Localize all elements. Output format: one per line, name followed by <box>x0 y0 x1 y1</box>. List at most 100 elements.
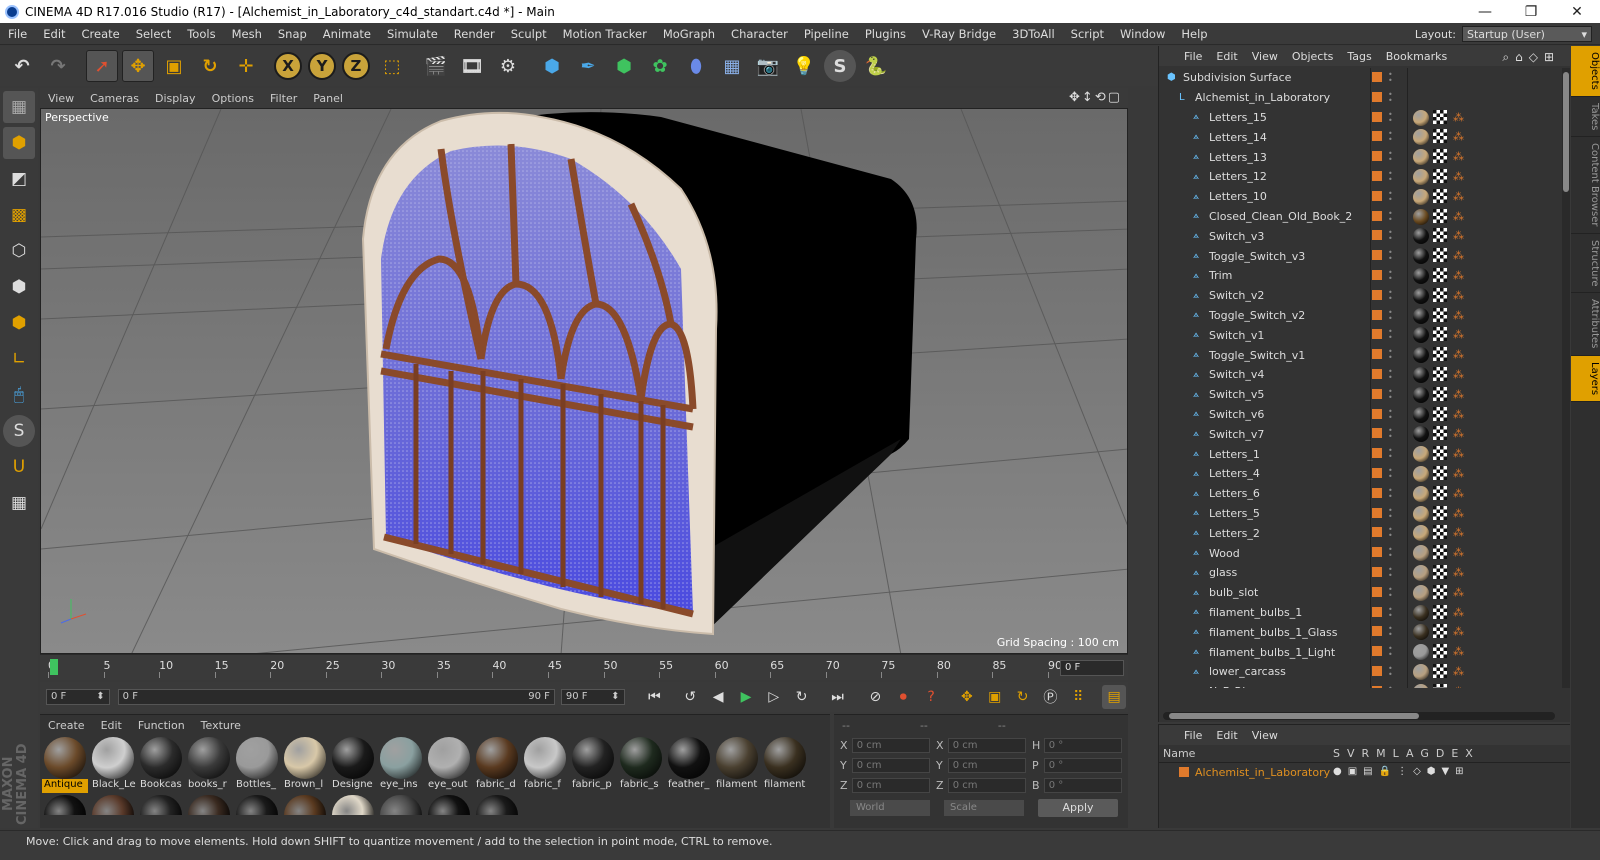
visibility-icon[interactable] <box>1372 210 1382 221</box>
workplane-rotate-icon[interactable]: ▦ <box>3 487 35 519</box>
object-manager-nav-icons[interactable]: ⌕⌂◇⊞ <box>1502 50 1560 65</box>
material-tag-icon[interactable] <box>1413 545 1429 562</box>
visibility-icon[interactable] <box>1372 685 1382 688</box>
menu-create[interactable]: Create <box>74 27 128 41</box>
menu-edit[interactable]: Edit <box>35 27 73 41</box>
tab-attributes[interactable]: Attributes <box>1571 293 1600 356</box>
point-level-key-icon[interactable]: ⠿ <box>1066 685 1090 709</box>
timeline-icon[interactable]: ▤ <box>1102 685 1127 709</box>
material-swatch[interactable] <box>234 793 280 815</box>
object-row[interactable]: ⟑ Letters_12 • • ⁂ <box>1159 167 1559 187</box>
visibility-icon[interactable] <box>1372 72 1382 82</box>
cube-icon[interactable]: ⬢ <box>536 50 568 82</box>
material-tag-icon[interactable] <box>1413 366 1429 383</box>
material-swatch[interactable]: Bottles_ <box>234 735 280 793</box>
timeline[interactable]: 051015202530354045505560657075808590 0 F <box>40 654 1128 680</box>
x-axis-icon[interactable]: X <box>274 52 302 80</box>
subdivision-icon[interactable]: ⬢ <box>608 50 640 82</box>
render-visibility-icon[interactable]: • • <box>1388 585 1393 599</box>
uvw-tag-icon[interactable] <box>1433 545 1447 560</box>
visibility-icon[interactable] <box>1372 349 1382 360</box>
render-visibility-icon[interactable]: • • <box>1388 447 1393 461</box>
object-row[interactable]: ⟑ Letters_4 • • ⁂ <box>1159 464 1559 484</box>
menu-sculpt[interactable]: Sculpt <box>503 27 555 41</box>
visibility-icon[interactable] <box>1372 507 1382 518</box>
uvw-tag-icon[interactable] <box>1433 683 1447 688</box>
tab-structure[interactable]: Structure <box>1571 234 1600 294</box>
material-tag-icon[interactable] <box>1413 307 1429 324</box>
visibility-icon[interactable] <box>1372 289 1382 300</box>
selection-tag-icon[interactable]: ⁂ <box>1453 368 1465 381</box>
z-axis-icon[interactable]: Z <box>342 52 370 80</box>
object-row-group[interactable]: L Alchemist_in_Laboratory • • <box>1159 88 1559 108</box>
render-visibility-icon[interactable]: • • <box>1388 407 1393 421</box>
uvw-tag-icon[interactable] <box>1433 584 1447 599</box>
object-row[interactable]: ⟑ filament_bulbs_1 • • ⁂ <box>1159 603 1559 623</box>
render-visibility-icon[interactable]: • • <box>1388 486 1393 500</box>
object-list[interactable]: ⬢ Subdivision Surface • • L Alchemist_in_Lab… <box>1159 68 1559 688</box>
visibility-icon[interactable] <box>1372 131 1382 142</box>
material-swatch[interactable] <box>90 793 136 815</box>
selection-tag-icon[interactable]: ⁂ <box>1453 210 1465 223</box>
material-swatch[interactable]: fabric_f <box>522 735 568 793</box>
layer-menu-view[interactable]: View <box>1245 729 1285 742</box>
menu-v-ray-bridge[interactable]: V-Ray Bridge <box>914 27 1004 41</box>
menu-tools[interactable]: Tools <box>179 27 223 41</box>
selection-tag-icon[interactable]: ⁂ <box>1453 230 1465 242</box>
material-swatch[interactable]: Brown_l <box>282 735 328 793</box>
render-visibility-icon[interactable]: • • <box>1388 427 1393 441</box>
render-visibility-icon[interactable]: • • <box>1388 288 1393 302</box>
python-icon[interactable]: 🐍 <box>860 50 892 82</box>
render-visibility-icon[interactable]: • • <box>1388 684 1393 688</box>
light-icon[interactable]: 💡 <box>788 50 820 82</box>
material-tag-icon[interactable] <box>1413 525 1429 542</box>
material-swatch[interactable] <box>186 793 232 815</box>
render-picture-viewer-icon[interactable]: 🎞 <box>456 50 488 82</box>
uvw-tag-icon[interactable] <box>1433 327 1447 342</box>
uvw-tag-icon[interactable] <box>1433 505 1447 520</box>
timeline-ruler[interactable]: 051015202530354045505560657075808590 <box>48 659 1062 679</box>
uvw-tag-icon[interactable] <box>1433 465 1447 480</box>
selection-tag-icon[interactable]: ⁂ <box>1453 329 1465 341</box>
material-tag-icon[interactable] <box>1413 109 1429 126</box>
coordinate-field[interactable]: 0 ° <box>1043 737 1122 753</box>
render-visibility-icon[interactable]: • • <box>1388 249 1393 263</box>
selection-tag-icon[interactable]: ⁂ <box>1453 527 1465 539</box>
menu-pipeline[interactable]: Pipeline <box>796 27 857 41</box>
visibility-icon[interactable] <box>1372 388 1382 399</box>
selection-tag-icon[interactable]: ⁂ <box>1453 388 1465 401</box>
material-tag-icon[interactable] <box>1413 604 1429 621</box>
material-swatch[interactable] <box>42 793 88 815</box>
selection-tag-icon[interactable]: ⁂ <box>1453 665 1465 678</box>
material-tag-icon[interactable] <box>1413 228 1429 245</box>
layer-menu-edit[interactable]: Edit <box>1209 729 1244 742</box>
material-swatch[interactable]: Black_Le <box>90 735 136 793</box>
visibility-icon[interactable] <box>1372 329 1382 340</box>
selection-tag-icon[interactable]: ⁂ <box>1453 626 1465 638</box>
snap-icon[interactable]: 🖱 <box>3 379 35 411</box>
previous-key-icon[interactable]: ↺ <box>678 685 702 709</box>
material-menu-edit[interactable]: Edit <box>93 719 130 732</box>
visibility-icon[interactable] <box>1372 269 1382 280</box>
render-visibility-icon[interactable]: • • <box>1388 268 1393 282</box>
go-to-end-icon[interactable]: ⏭ <box>826 685 850 709</box>
material-tag-icon[interactable] <box>1413 644 1429 661</box>
autokey-icon[interactable]: ⏺ <box>891 685 915 709</box>
points-mode-icon[interactable]: ▩ <box>3 199 35 231</box>
frame-range-slider[interactable]: 0 F 90 F <box>117 689 555 705</box>
visibility-icon[interactable] <box>1372 368 1382 379</box>
uvw-tag-icon[interactable] <box>1433 564 1447 579</box>
create-icon[interactable]: ✛ <box>230 50 262 82</box>
tab-layers[interactable]: Layers <box>1571 355 1600 402</box>
select-icon[interactable]: ➚ <box>86 50 118 82</box>
object-row[interactable]: ⟑ Letters_5 • • ⁂ <box>1159 504 1559 524</box>
selection-tag-icon[interactable]: ⁂ <box>1453 547 1465 559</box>
uvw-tag-icon[interactable] <box>1433 485 1447 500</box>
visibility-icon[interactable] <box>1372 566 1382 577</box>
uvw-tag-icon[interactable] <box>1433 267 1447 282</box>
material-swatch[interactable]: filament <box>714 735 760 793</box>
material-swatch[interactable] <box>138 793 184 815</box>
material-tag-icon[interactable] <box>1413 168 1429 185</box>
material-tag-icon[interactable] <box>1413 287 1429 304</box>
material-swatch[interactable]: Designe <box>330 735 376 793</box>
